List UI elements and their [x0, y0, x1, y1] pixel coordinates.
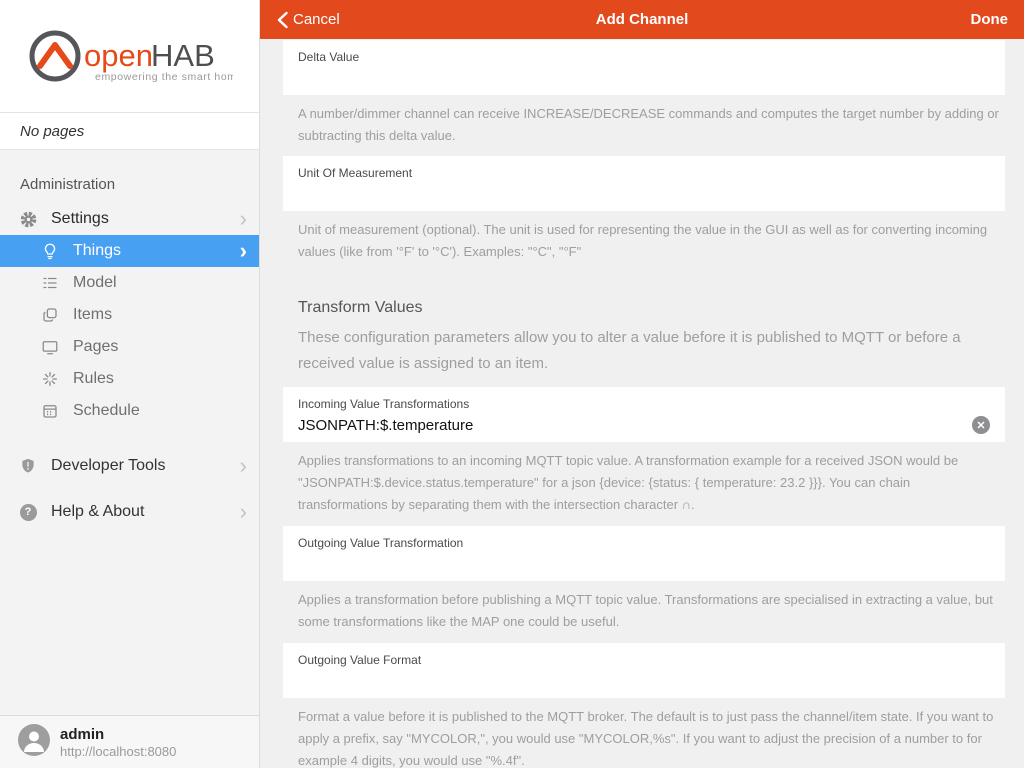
sidebar-item-items[interactable]: Items [0, 299, 259, 331]
cancel-label: Cancel [293, 11, 340, 28]
field-description: A number/dimmer channel can receive INCR… [283, 103, 1005, 147]
chevron-left-icon [276, 11, 289, 29]
avatar [18, 724, 50, 761]
chevron-right-icon: › [240, 241, 247, 261]
administration-heading: Administration [0, 164, 259, 203]
clear-input-icon[interactable]: ✕ [972, 416, 990, 434]
shield-exclamation-icon [18, 456, 38, 476]
sidebar-item-settings[interactable]: Settings › [0, 203, 259, 235]
pages-display-icon [40, 337, 60, 357]
field-label: Incoming Value Transformations [298, 397, 990, 411]
done-button[interactable]: Done [971, 11, 1009, 28]
sidebar-item-label: Things [73, 242, 121, 260]
unit-of-measurement-field: Unit Of Measurement [283, 156, 1005, 211]
chevron-right-icon: › [240, 502, 247, 522]
menu-spacer [0, 427, 259, 443]
field-description: Unit of measurement (optional). The unit… [283, 219, 1005, 263]
add-channel-navbar: Cancel Add Channel Done [260, 0, 1024, 39]
sidebar-item-schedule[interactable]: Schedule [0, 395, 259, 427]
gear-icon [18, 209, 38, 229]
sidebar-item-label: Settings [51, 210, 109, 228]
sidebar-item-label: Model [73, 274, 117, 292]
transform-values-section-description: These configuration parameters allow you… [283, 325, 1005, 377]
field-label: Outgoing Value Transformation [298, 536, 990, 550]
incoming-value-transformations-input[interactable] [298, 416, 972, 434]
field-description: Applies transformations to an incoming M… [283, 450, 1005, 516]
sidebar-item-label: Schedule [73, 402, 140, 420]
question-circle-icon: ? [18, 502, 38, 522]
sidebar-item-rules[interactable]: Rules [0, 363, 259, 395]
user-name: admin [60, 726, 176, 743]
field-label: Outgoing Value Format [298, 653, 990, 667]
sidebar-item-things[interactable]: Things › [0, 235, 259, 267]
delta-value-input[interactable] [298, 69, 990, 87]
sidebar-item-label: Pages [73, 338, 118, 356]
model-tree-icon [40, 273, 60, 293]
outgoing-value-transformation-input[interactable] [298, 555, 990, 573]
sidebar-item-help-about[interactable]: ? Help & About › [0, 489, 259, 535]
sidebar-item-pages[interactable]: Pages [0, 331, 259, 363]
sidebar-menu: Administration Settings › Things › [0, 150, 259, 715]
sidebar-item-model[interactable]: Model [0, 267, 259, 299]
no-pages-label: No pages [20, 123, 84, 140]
chevron-right-icon: › [240, 456, 247, 476]
sidebar-item-label: Items [73, 306, 112, 324]
add-channel-form: Delta Value A number/dimmer channel can … [260, 39, 1024, 768]
schedule-calendar-icon [40, 401, 60, 421]
sidebar-item-label: Developer Tools [51, 457, 165, 475]
brand-word-open: open [84, 38, 153, 73]
brand-word-hab: HAB [151, 38, 215, 73]
no-pages-placeholder: No pages [0, 112, 259, 150]
page-title: Add Channel [260, 11, 1024, 28]
sidebar-item-developer-tools[interactable]: Developer Tools › [0, 443, 259, 489]
openhab-logo: open HAB empowering the smart home [0, 0, 259, 112]
outgoing-value-format-field: Outgoing Value Format [283, 643, 1005, 698]
cancel-button[interactable]: Cancel [276, 11, 340, 29]
incoming-value-transformations-field: Incoming Value Transformations ✕ [283, 387, 1005, 442]
outgoing-value-format-input[interactable] [298, 672, 990, 690]
chevron-right-icon: › [240, 209, 247, 229]
server-url: http://localhost:8080 [60, 744, 176, 759]
user-account-row[interactable]: admin http://localhost:8080 [0, 715, 259, 768]
transform-values-section-title: Transform Values [283, 299, 1005, 317]
brand-tagline: empowering the smart home [95, 71, 233, 83]
delta-value-field: Delta Value [283, 40, 1005, 95]
unit-of-measurement-input[interactable] [298, 185, 990, 203]
lightbulb-icon [40, 241, 60, 261]
sidebar-item-label: Help & About [51, 503, 144, 521]
field-label: Unit Of Measurement [298, 166, 990, 180]
openhab-logo-graphic: open HAB empowering the smart home [28, 24, 233, 88]
items-copy-icon [40, 305, 60, 325]
outgoing-value-transformation-field: Outgoing Value Transformation [283, 526, 1005, 581]
sidebar-item-label: Rules [73, 370, 114, 388]
field-description: Format a value before it is published to… [283, 706, 1005, 768]
sidebar: open HAB empowering the smart home No pa… [0, 0, 260, 768]
rules-sparkle-icon [40, 369, 60, 389]
field-description: Applies a transformation before publishi… [283, 589, 1005, 633]
field-label: Delta Value [298, 50, 990, 64]
